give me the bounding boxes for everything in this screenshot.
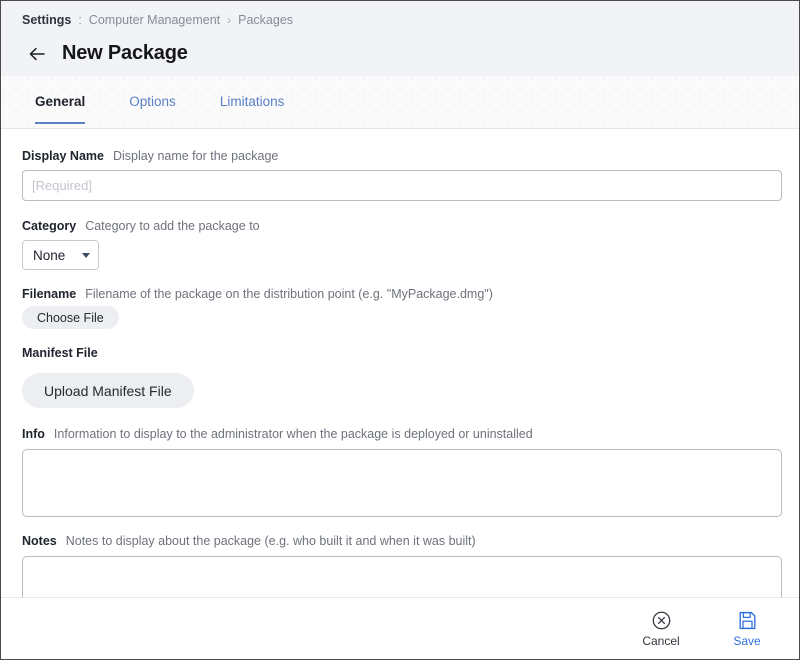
upload-manifest-file-button[interactable]: Upload Manifest File bbox=[22, 373, 194, 408]
page-header: Settings : Computer Management › Package… bbox=[1, 1, 799, 76]
info-textarea[interactable] bbox=[22, 449, 782, 517]
manifest-file-label-row: Manifest File bbox=[22, 346, 779, 360]
breadcrumb-root[interactable]: Settings bbox=[22, 14, 71, 27]
category-hint: Category to add the package to bbox=[85, 219, 259, 233]
breadcrumb-colon: : bbox=[78, 14, 81, 27]
manifest-file-label: Manifest File bbox=[22, 346, 98, 360]
field-display-name: Display Name Display name for the packag… bbox=[22, 149, 779, 201]
tab-options[interactable]: Options bbox=[129, 76, 176, 109]
new-package-page: Settings : Computer Management › Package… bbox=[0, 0, 800, 660]
notes-label-row: Notes Notes to display about the package… bbox=[22, 534, 779, 548]
floppy-disk-save-icon bbox=[737, 610, 758, 631]
field-filename: Filename Filename of the package on the … bbox=[22, 287, 779, 329]
save-button-label: Save bbox=[733, 635, 760, 647]
display-name-label: Display Name bbox=[22, 149, 104, 163]
form-footer: Cancel Save bbox=[1, 597, 799, 659]
tab-bar: General Options Limitations bbox=[1, 76, 799, 129]
notes-label: Notes bbox=[22, 534, 57, 548]
save-button[interactable]: Save bbox=[723, 610, 771, 647]
choose-file-button[interactable]: Choose File bbox=[22, 306, 119, 329]
chevron-down-icon bbox=[82, 253, 90, 258]
info-hint: Information to display to the administra… bbox=[54, 427, 533, 441]
breadcrumb-item-computer-management[interactable]: Computer Management bbox=[89, 14, 220, 27]
category-label-row: Category Category to add the package to bbox=[22, 219, 779, 233]
field-manifest-file: Manifest File Upload Manifest File bbox=[22, 346, 779, 408]
cancel-button[interactable]: Cancel bbox=[637, 610, 685, 647]
filename-label: Filename bbox=[22, 287, 76, 301]
notes-hint: Notes to display about the package (e.g.… bbox=[66, 534, 476, 548]
breadcrumb: Settings : Computer Management › Package… bbox=[1, 12, 799, 28]
field-info: Info Information to display to the admin… bbox=[22, 427, 779, 517]
field-category: Category Category to add the package to … bbox=[22, 219, 779, 270]
category-select[interactable]: None bbox=[22, 240, 99, 270]
display-name-label-row: Display Name Display name for the packag… bbox=[22, 149, 779, 163]
form-body: Display Name Display name for the packag… bbox=[1, 129, 799, 597]
notes-textarea[interactable] bbox=[22, 556, 782, 597]
info-label: Info bbox=[22, 427, 45, 441]
breadcrumb-item-packages[interactable]: Packages bbox=[238, 14, 293, 27]
chevron-right-icon: › bbox=[227, 14, 231, 26]
category-selected-value: None bbox=[33, 248, 65, 263]
page-title: New Package bbox=[62, 42, 188, 65]
tab-limitations[interactable]: Limitations bbox=[220, 76, 285, 109]
display-name-hint: Display name for the package bbox=[113, 149, 278, 163]
cancel-button-label: Cancel bbox=[642, 635, 679, 647]
tab-general[interactable]: General bbox=[35, 76, 85, 109]
circle-x-icon bbox=[651, 610, 672, 631]
filename-label-row: Filename Filename of the package on the … bbox=[22, 287, 779, 301]
arrow-left-icon[interactable] bbox=[27, 44, 47, 64]
category-label: Category bbox=[22, 219, 76, 233]
info-label-row: Info Information to display to the admin… bbox=[22, 427, 779, 441]
field-notes: Notes Notes to display about the package… bbox=[22, 534, 779, 597]
filename-hint: Filename of the package on the distribut… bbox=[85, 287, 493, 301]
display-name-input[interactable] bbox=[22, 170, 782, 201]
title-row: New Package bbox=[1, 42, 799, 65]
